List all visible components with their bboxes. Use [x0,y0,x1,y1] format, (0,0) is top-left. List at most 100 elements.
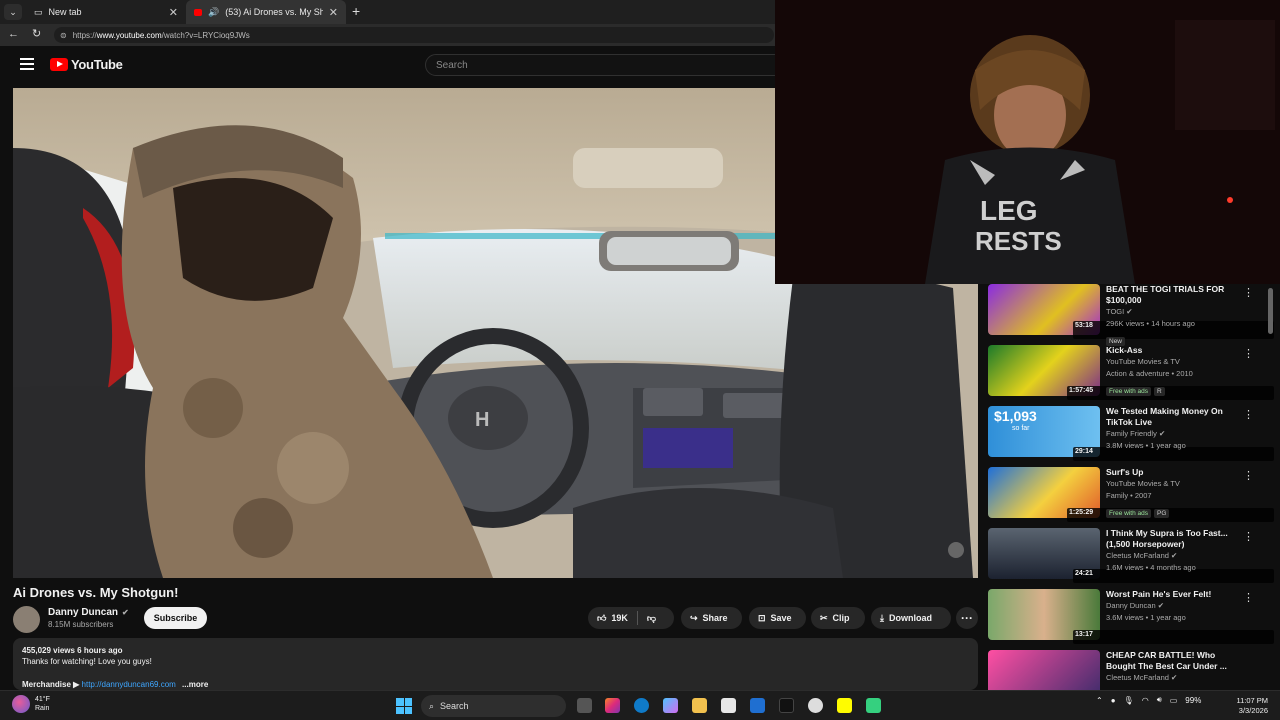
time: 11:07 PM [1236,696,1268,705]
url-text: https://www.youtube.com/watch?v=LRYCioq9… [72,30,250,40]
video-thumbnail[interactable] [988,650,1100,690]
app-tray-icon[interactable]: ● [1111,696,1116,705]
weather-widget[interactable]: 41°F Rain [12,695,50,713]
tab-actions-menu[interactable]: ⌄ [4,4,22,20]
battery-percent: 99% [1185,695,1202,705]
video-title[interactable]: Surf's Up [1106,467,1238,478]
channel-name[interactable]: Danny Duncan ✔ [48,607,129,618]
duration-badge: 13:17 [1073,630,1274,644]
close-tab-icon[interactable]: ✕ [329,6,338,19]
channel-name[interactable]: YouTube Movies & TV [1106,356,1238,368]
sidebar-scrollbar[interactable] [1268,288,1273,334]
rating-badge: R [1154,387,1165,396]
instagram-icon[interactable] [605,698,620,713]
video-title[interactable]: Worst Pain He's Ever Felt! [1106,589,1238,600]
description-text: Thanks for watching! Love you guys! [22,657,152,666]
save-button[interactable]: ⊡ Save [749,607,806,629]
recommendation-item[interactable]: 13:17 Worst Pain He's Ever Felt! Danny D… [988,589,1278,647]
app-icon[interactable] [866,698,881,713]
chevron-up-icon[interactable]: ⌃ [1096,696,1103,705]
video-title: Ai Drones vs. My Shotgun! [13,585,179,600]
recommendation-item[interactable]: $1,093 so far 29:14 We Tested Making Mon… [988,406,1278,464]
url-field[interactable]: ⊜ https://www.youtube.com/watch?v=LRYCio… [54,27,774,43]
player-watermark-icon [948,542,964,558]
channel-avatar[interactable] [13,606,40,633]
subscribe-button[interactable]: Subscribe [144,607,207,629]
verified-icon: ✔ [1158,429,1166,438]
new-tab-button[interactable]: + [352,3,360,19]
video-title[interactable]: I Think My Supra is Too Fast... (1,500 H… [1106,528,1238,550]
search-input[interactable]: Search [425,54,785,76]
bookmark-icon: ⊡ [758,612,766,623]
more-actions-button[interactable]: ··· [956,607,978,629]
video-title[interactable]: BEAT THE TOGI TRIALS FOR $100,000 [1106,284,1238,306]
dislike-button[interactable]: 👎︎ [647,613,656,624]
like-dislike-group: 👍︎ 19K 👎︎ [588,607,674,629]
site-info-icon[interactable]: ⊜ [60,31,67,40]
more-vert-icon[interactable]: ⋮ [1243,469,1254,482]
alien-app-icon[interactable] [808,698,823,713]
channel-name-text: Danny Duncan [48,607,119,618]
store-icon[interactable] [721,698,736,713]
share-button[interactable]: ↪ Share [681,607,742,629]
thumbs-down-icon: 👎︎ [646,612,657,623]
webcam-frame: LEG RESTS [775,0,1280,284]
task-view-icon[interactable] [577,698,592,713]
taskbar-search[interactable]: ⌕ Search [421,695,566,717]
channel-name[interactable]: Cleetus McFarland [1106,673,1169,682]
back-arrow-icon[interactable]: ← [8,28,19,40]
temperature: 41°F [35,696,50,703]
wifi-icon[interactable]: ◠ [1142,696,1149,705]
more-vert-icon[interactable]: ⋮ [1243,530,1254,543]
close-tab-icon[interactable]: ✕ [169,6,178,19]
microphone-icon[interactable]: 🎙︎ [1124,696,1134,705]
clock[interactable]: 11:07 PM 3/3/2026 [1228,696,1268,716]
video-meta: 296K views • 14 hours ago [1106,319,1195,328]
more-vert-icon[interactable]: ⋮ [1243,286,1254,299]
channel-name[interactable]: TOGI [1106,307,1124,316]
video-title[interactable]: Kick-Ass [1106,345,1238,356]
speaker-icon[interactable]: 🔊 [208,7,219,18]
merch-link[interactable]: http://dannyduncan69.com [82,680,176,689]
clip-button[interactable]: ✂ Clip [811,607,865,629]
webcam-overlay: LEG RESTS [775,0,1280,284]
more-vert-icon[interactable]: ⋮ [1243,591,1254,604]
refresh-icon[interactable]: ↻ [32,27,41,40]
outlook-icon[interactable] [750,698,765,713]
channel-name[interactable]: YouTube Movies & TV [1106,478,1238,490]
download-button[interactable]: ⤓ Download [871,607,951,629]
volume-icon[interactable]: 🔊︎ [1157,695,1162,705]
thumbnail-subtext: so far [1012,425,1030,432]
tab-youtube-video[interactable]: 🔊 (53) Ai Drones vs. My Shotgun ✕ [186,0,346,24]
recommendation-item[interactable]: 1:25:29 Surf's Up YouTube Movies & TV Fa… [988,467,1278,525]
copilot-icon[interactable] [663,698,678,713]
like-button[interactable]: 👍︎ 19K [597,613,628,624]
weather-condition: Rain [35,705,50,712]
menu-icon[interactable] [20,58,34,70]
snapchat-icon[interactable] [837,698,852,713]
recommendation-item[interactable]: 1:57:45 Kick-Ass YouTube Movies & TV Act… [988,345,1278,403]
more-vert-icon[interactable]: ⋮ [1243,347,1254,360]
battery-icon[interactable]: ▭ [1170,696,1178,705]
show-more-link[interactable]: ...more [182,680,208,689]
video-title[interactable]: CHEAP CAR BATTLE! Who Bought The Best Ca… [1106,650,1238,672]
date: 3/3/2026 [1238,706,1268,715]
tab-new-tab[interactable]: ▭ New tab ✕ [26,0,186,24]
file-explorer-icon[interactable] [692,698,707,713]
recommendation-item[interactable]: 53:18 BEAT THE TOGI TRIALS FOR $100,000 … [988,284,1278,346]
recommendation-item[interactable]: 24:21 I Think My Supra is Too Fast... (1… [988,528,1278,586]
verified-icon: ✔ [1171,673,1178,682]
more-vert-icon[interactable]: ⋮ [1243,408,1254,421]
youtube-logo[interactable]: YouTube [50,57,123,72]
edge-icon[interactable] [634,698,649,713]
channel-name[interactable]: Cleetus McFarland [1106,551,1169,560]
recommendation-item[interactable]: CHEAP CAR BATTLE! Who Bought The Best Ca… [988,650,1278,690]
channel-name[interactable]: Danny Duncan [1106,601,1156,610]
windows-start-icon[interactable] [396,698,412,714]
channel-name[interactable]: Family Friendly [1106,429,1157,438]
tiktok-icon[interactable] [779,698,794,713]
youtube-play-icon [50,58,68,71]
thumbs-up-icon: 👍︎ [597,612,607,623]
description-box[interactable]: 455,029 views 6 hours ago Thanks for wat… [13,638,978,690]
video-title[interactable]: We Tested Making Money On TikTok Live [1106,406,1238,428]
